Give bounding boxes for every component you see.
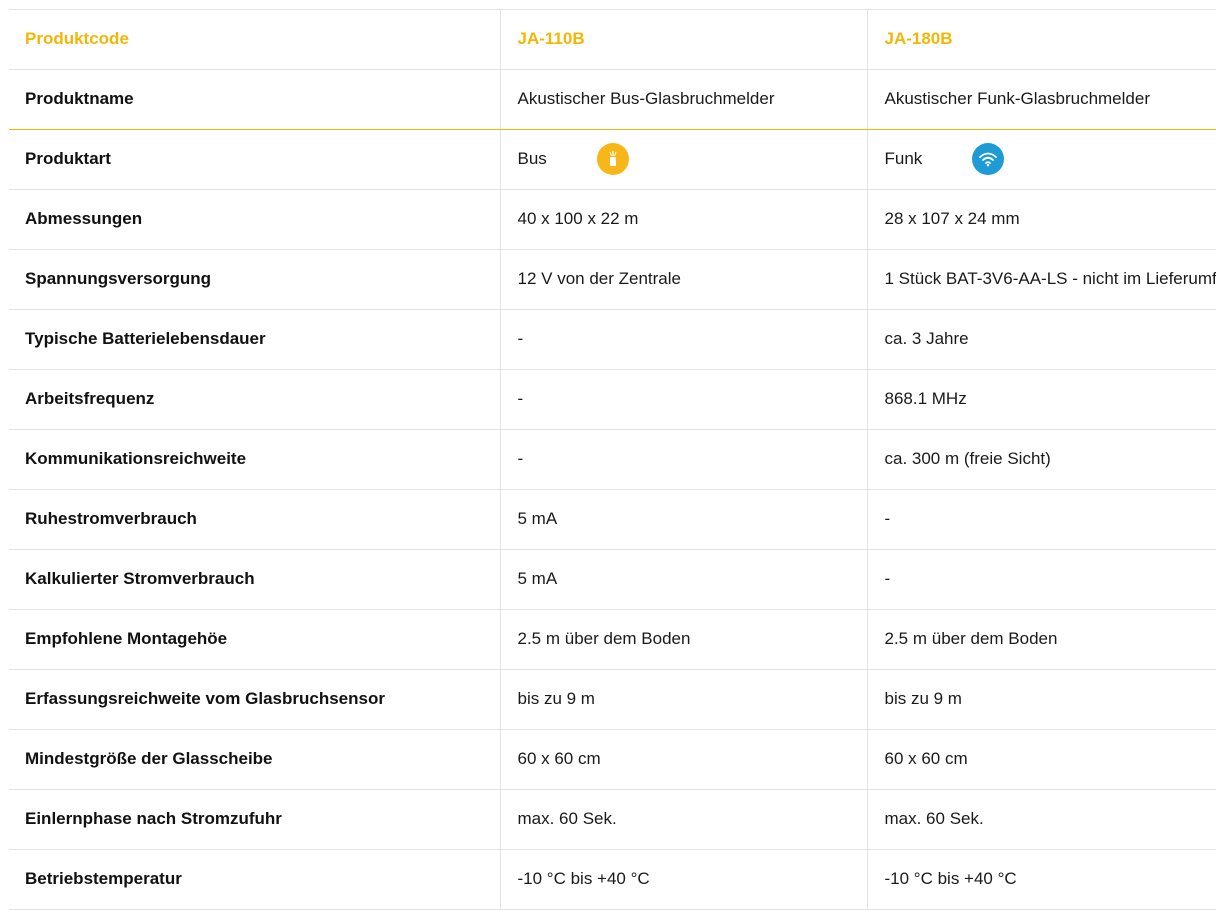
cell-ja-110b: Bus: [499, 129, 867, 190]
cell-ja-110b: 5 mA: [499, 489, 867, 550]
header-product-code: Produktcode: [9, 10, 500, 70]
wireless-icon: [972, 143, 1005, 175]
cell-ja-180b: bis zu 9 m: [866, 669, 1216, 730]
table-row-product-type: Produktart Bus Funk: [9, 129, 1216, 190]
row-label: Mindestgröße der Glasscheibe: [9, 729, 500, 790]
cell-ja-180b: max. 60 Sek.: [866, 789, 1216, 850]
row-label: Produktname: [9, 69, 500, 130]
cell-ja-180b: 868.1 MHz: [866, 369, 1216, 430]
cell-ja-110b: 12 V von der Zentrale: [499, 249, 867, 310]
cell-ja-180b: -: [866, 549, 1216, 610]
cell-ja-110b: 5 mA: [499, 549, 867, 610]
cell-ja-110b: -: [499, 309, 867, 370]
cell-ja-180b: 1 Stück BAT-3V6-AA-LS - nicht im Lieferu…: [866, 249, 1216, 310]
cell-ja-110b: -: [499, 429, 867, 490]
row-label: Kalkulierter Stromverbrauch: [9, 549, 500, 610]
cell-ja-110b: 2.5 m über dem Boden: [499, 609, 867, 670]
cell-ja-180b: 28 x 107 x 24 mm: [866, 189, 1216, 250]
cell-ja-180b: -10 °C bis +40 °C: [866, 849, 1216, 910]
cell-ja-180b: ca. 3 Jahre: [866, 309, 1216, 370]
row-label: Erfassungsreichweite vom Glasbruchsensor: [9, 669, 500, 730]
type-text: Funk: [884, 149, 923, 168]
row-label: Produktart: [9, 129, 500, 190]
table-row: Kalkulierter Stromverbrauch 5 mA -: [9, 549, 1216, 610]
table-row: Ruhestromverbrauch 5 mA -: [9, 489, 1216, 550]
row-label: Arbeitsfrequenz: [9, 369, 500, 430]
cell-ja-110b: 40 x 100 x 22 m: [499, 189, 867, 250]
header-ja-180b: JA-180B: [866, 10, 1216, 70]
table-row: Typische Batterielebensdauer - ca. 3 Jahre: [9, 309, 1216, 370]
cell-ja-180b: Akustischer Funk-Glasbruchmelder: [866, 69, 1216, 130]
cell-ja-110b: Akustischer Bus-Glasbruchmelder: [499, 69, 867, 130]
spec-table-container: Produktcode JA-110B JA-180B Produktname …: [9, 9, 1216, 910]
cell-ja-180b: Funk: [866, 129, 1216, 190]
table-header-row: Produktcode JA-110B JA-180B: [9, 10, 1216, 70]
bus-plug-icon: [596, 143, 629, 175]
table-row-product-name: Produktname Akustischer Bus-Glasbruchmel…: [9, 69, 1216, 130]
row-label: Kommunikationsreichweite: [9, 429, 500, 490]
table-row: Erfassungsreichweite vom Glasbruchsensor…: [9, 669, 1216, 730]
row-label: Spannungsversorgung: [9, 249, 500, 310]
cell-ja-110b: max. 60 Sek.: [499, 789, 867, 850]
table-row: Mindestgröße der Glasscheibe 60 x 60 cm 60…: [9, 729, 1216, 790]
cell-ja-180b: -: [866, 489, 1216, 550]
table-row: Empfohlene Montagehöe 2.5 m über dem Bode…: [9, 609, 1216, 670]
table-row: Einlernphase nach Stromzufuhr max. 60 Sek…: [9, 789, 1216, 850]
table-row: Betriebstemperatur -10 °C bis +40 °C -10 °…: [9, 849, 1216, 910]
cell-ja-110b: 60 x 60 cm: [499, 729, 867, 790]
header-ja-110b: JA-110B: [499, 10, 867, 70]
spec-table: Produktcode JA-110B JA-180B Produktname …: [9, 10, 1216, 910]
table-row: Spannungsversorgung 12 V von der Zentrale…: [9, 249, 1216, 310]
row-label: Betriebstemperatur: [9, 849, 500, 910]
type-text: Bus: [517, 149, 547, 168]
cell-ja-180b: 60 x 60 cm: [866, 729, 1216, 790]
cell-ja-180b: 2.5 m über dem Boden: [866, 609, 1216, 670]
row-label: Typische Batterielebensdauer: [9, 309, 500, 370]
cell-ja-180b: ca. 300 m (freie Sicht): [866, 429, 1216, 490]
cell-ja-110b: bis zu 9 m: [499, 669, 867, 730]
row-label: Einlernphase nach Stromzufuhr: [9, 789, 500, 850]
row-label: Ruhestromverbrauch: [9, 489, 500, 550]
cell-ja-110b: -: [499, 369, 867, 430]
table-row: Arbeitsfrequenz -868.1 MHz: [9, 369, 1216, 430]
table-row: Kommunikationsreichweite - ca. 300 m (frei…: [9, 429, 1216, 490]
cell-ja-110b: -10 °C bis +40 °C: [499, 849, 867, 910]
table-row: Abmessungen 40 x 100 x 22 m 28 x 107 x 24 …: [9, 189, 1216, 250]
row-label: Abmessungen: [9, 189, 500, 250]
row-label: Empfohlene Montagehöe: [9, 609, 500, 670]
